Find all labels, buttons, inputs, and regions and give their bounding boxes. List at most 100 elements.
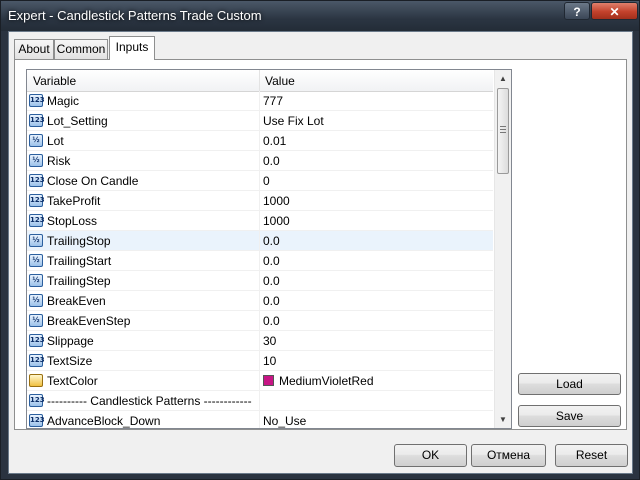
color-icon <box>29 374 43 387</box>
variable-name: Lot <box>47 134 64 148</box>
cell-divider <box>259 91 260 110</box>
int-icon: 123 <box>29 334 45 347</box>
table-header: Variable Value <box>27 70 493 92</box>
int-icon: 123 <box>29 354 45 367</box>
int-icon: 123 <box>29 114 45 127</box>
variable-name: TextColor <box>47 374 98 388</box>
window-title: Expert - Candlestick Patterns Trade Cust… <box>8 8 262 23</box>
int-icon: 123 <box>29 94 45 107</box>
cell-divider <box>259 371 260 390</box>
variable-value[interactable]: 1000 <box>263 194 290 208</box>
table-row[interactable]: ½ TrailingStep 0.0 <box>27 271 493 291</box>
variable-value[interactable]: 0.0 <box>263 294 280 308</box>
variable-value[interactable]: 0 <box>263 174 270 188</box>
variable-name: ---------- Candlestick Patterns --------… <box>47 394 252 408</box>
int-icon: 123 <box>29 414 45 427</box>
reset-button[interactable]: Reset <box>555 444 628 467</box>
cell-divider <box>259 171 260 190</box>
scroll-down-arrow-icon[interactable]: ▼ <box>495 411 511 428</box>
cell-divider <box>259 331 260 350</box>
variable-name: TextSize <box>47 354 93 368</box>
cell-divider <box>259 131 260 150</box>
cancel-button[interactable]: Отмена <box>471 444 546 467</box>
table-row[interactable]: 123 Close On Candle 0 <box>27 171 493 191</box>
close-button[interactable]: ✕ <box>591 2 638 20</box>
scroll-up-arrow-icon[interactable]: ▲ <box>495 70 511 87</box>
table-row[interactable]: 123 Slippage 30 <box>27 331 493 351</box>
variable-value[interactable]: 1000 <box>263 214 290 228</box>
cell-divider <box>259 111 260 130</box>
ok-button[interactable]: OK <box>394 444 467 467</box>
variable-value[interactable]: 30 <box>263 334 276 348</box>
variable-name: TrailingStart <box>47 254 112 268</box>
variable-value[interactable]: 0.0 <box>263 254 280 268</box>
table-row[interactable]: 123 ---------- Candlestick Patterns -----… <box>27 391 493 411</box>
variable-name: Risk <box>47 154 71 168</box>
variable-name: AdvanceBlock_Down <box>47 414 161 428</box>
scroll-thumb[interactable] <box>497 88 509 174</box>
column-divider[interactable] <box>259 70 260 91</box>
tab-common[interactable]: Common <box>54 39 108 59</box>
inputs-panel: Variable Value 123 Magic 777 123 Lot_Setting… <box>14 59 627 430</box>
double-icon: ½ <box>29 154 43 167</box>
variable-value[interactable]: MediumVioletRed <box>279 374 374 388</box>
variable-name: StopLoss <box>47 214 98 228</box>
table-row[interactable]: ½ Lot 0.01 <box>27 131 493 151</box>
table-row[interactable]: 123 TextSize 10 <box>27 351 493 371</box>
variable-value[interactable]: No_Use <box>263 414 306 428</box>
double-icon: ½ <box>29 234 43 247</box>
cell-divider <box>259 311 260 330</box>
column-header-value[interactable]: Value <box>265 74 295 88</box>
variable-value[interactable]: 777 <box>263 94 283 108</box>
cell-divider <box>259 291 260 310</box>
table-row[interactable]: 123 AdvanceBlock_Down No_Use <box>27 411 493 428</box>
variable-value[interactable]: 0.0 <box>263 314 280 328</box>
int-icon: 123 <box>29 214 45 227</box>
tab-about[interactable]: About <box>14 39 54 59</box>
cell-divider <box>259 411 260 428</box>
int-icon: 123 <box>29 194 45 207</box>
help-button[interactable]: ? <box>564 2 590 20</box>
variable-name: Magic <box>47 94 80 108</box>
table-row[interactable]: ½ BreakEvenStep 0.0 <box>27 311 493 331</box>
variable-name: TrailingStep <box>47 274 111 288</box>
table-row[interactable]: 123 StopLoss 1000 <box>27 211 493 231</box>
int-icon: 123 <box>29 394 45 407</box>
table-row[interactable]: 123 Lot_Setting Use Fix Lot <box>27 111 493 131</box>
variable-value[interactable]: 0.0 <box>263 154 280 168</box>
variable-value[interactable]: 0.0 <box>263 274 280 288</box>
double-icon: ½ <box>29 294 43 307</box>
variable-name: Lot_Setting <box>47 114 108 128</box>
expert-properties-window: Expert - Candlestick Patterns Trade Cust… <box>0 0 640 480</box>
title-bar[interactable]: Expert - Candlestick Patterns Trade Cust… <box>1 1 639 31</box>
variable-name: Slippage <box>47 334 94 348</box>
variable-value[interactable]: 0.01 <box>263 134 286 148</box>
variable-value[interactable]: 10 <box>263 354 276 368</box>
tab-inputs[interactable]: Inputs <box>109 36 155 60</box>
double-icon: ½ <box>29 134 43 147</box>
cell-divider <box>259 271 260 290</box>
double-icon: ½ <box>29 254 43 267</box>
table-row[interactable]: ½ BreakEven 0.0 <box>27 291 493 311</box>
variable-name: TrailingStop <box>47 234 111 248</box>
variable-name: TakeProfit <box>47 194 101 208</box>
table-row[interactable]: ½ Risk 0.0 <box>27 151 493 171</box>
variable-value[interactable]: 0.0 <box>263 234 280 248</box>
double-icon: ½ <box>29 314 43 327</box>
table-row[interactable]: TextColor MediumVioletRed <box>27 371 493 391</box>
column-header-variable[interactable]: Variable <box>33 74 76 88</box>
table-row[interactable]: 123 Magic 777 <box>27 91 493 111</box>
table-row[interactable]: ½ TrailingStop 0.0 <box>27 231 493 251</box>
variable-value[interactable]: Use Fix Lot <box>263 114 324 128</box>
int-icon: 123 <box>29 174 45 187</box>
table-row[interactable]: 123 TakeProfit 1000 <box>27 191 493 211</box>
grip-icon <box>500 126 506 133</box>
load-button[interactable]: Load <box>518 373 621 395</box>
table-row[interactable]: ½ TrailingStart 0.0 <box>27 251 493 271</box>
save-button[interactable]: Save <box>518 405 621 427</box>
variable-name: Close On Candle <box>47 174 139 188</box>
table-rows: 123 Magic 777 123 Lot_Setting Use Fix Lot ½ Lot… <box>27 91 493 428</box>
dialog-client-area: About Common Inputs Variable Value 123 Ma… <box>8 31 633 474</box>
vertical-scrollbar[interactable]: ▲ ▼ <box>494 70 511 428</box>
cell-divider <box>259 231 260 250</box>
